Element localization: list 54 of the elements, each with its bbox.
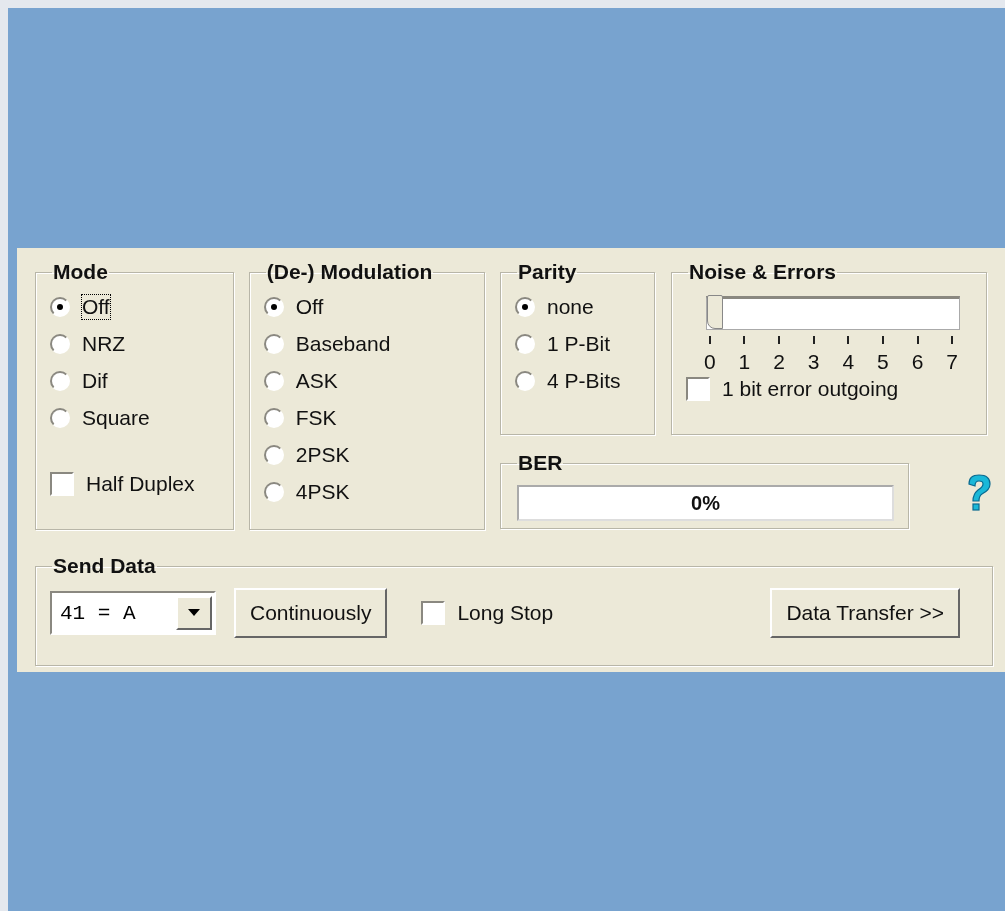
option-label: Baseband [295,331,391,356]
ber-reading: 0% [691,491,720,515]
checkbox[interactable] [50,471,74,496]
group-title: Mode [52,260,109,284]
option-label: ASK [295,368,338,393]
continuously-button[interactable]: Continuously [234,588,388,638]
data-transfer-button[interactable]: Data Transfer >> [770,588,960,638]
help-icon[interactable] [965,473,993,513]
checkbox-label: Long Stop [457,601,554,625]
checkbox[interactable] [686,377,710,401]
radio-button[interactable] [50,296,70,317]
tick-label: 0 [704,336,716,374]
option-label: 2PSK [295,442,350,467]
option-label: 4PSK [295,479,350,504]
checkbox-label: Half Duplex [86,471,195,496]
tick-label: 1 [738,336,751,374]
radio-button[interactable] [263,333,284,354]
group-title: (De-) Modulation [265,260,434,284]
option-label: 4 P-Bits [547,368,621,393]
radio-button[interactable] [515,370,535,391]
tick-label: 4 [842,336,855,374]
option-label: Off [295,294,324,319]
tick-label: 7 [946,336,958,374]
group-title: Send Data [52,554,157,578]
noise-slider[interactable] [706,296,960,330]
option-label: NRZ [82,331,126,356]
option-label: none [547,294,594,319]
radio-button[interactable] [50,407,70,428]
caret-icon [188,609,200,617]
radio-button[interactable] [263,407,284,428]
option-label: 1 P-Bit [547,331,611,356]
tick-label: 6 [911,336,924,374]
checkbox-label: 1 bit error outgoing [722,377,899,401]
group-title: Parity [517,260,578,284]
data-dropdown[interactable]: 41 = A [50,591,216,635]
tick-label: 2 [773,336,785,374]
radio-button[interactable] [50,333,70,354]
radio-button[interactable] [263,444,284,465]
checkbox[interactable] [421,601,446,625]
radio-button[interactable] [263,296,284,317]
radio-button[interactable] [515,296,535,317]
option-label: Dif [82,368,108,393]
group-title: Noise & Errors [688,260,838,284]
radio-button[interactable] [515,333,535,354]
option-label: FSK [295,405,337,430]
radio-button[interactable] [263,370,284,391]
slider-thumb[interactable] [707,295,723,329]
radio-button[interactable] [50,370,70,391]
tick-label: 5 [877,336,889,374]
option-label: Off [82,294,110,319]
group-title: BER [517,451,564,475]
tick-label: 3 [807,336,820,374]
radio-button[interactable] [263,481,284,502]
option-label: Square [82,405,150,430]
